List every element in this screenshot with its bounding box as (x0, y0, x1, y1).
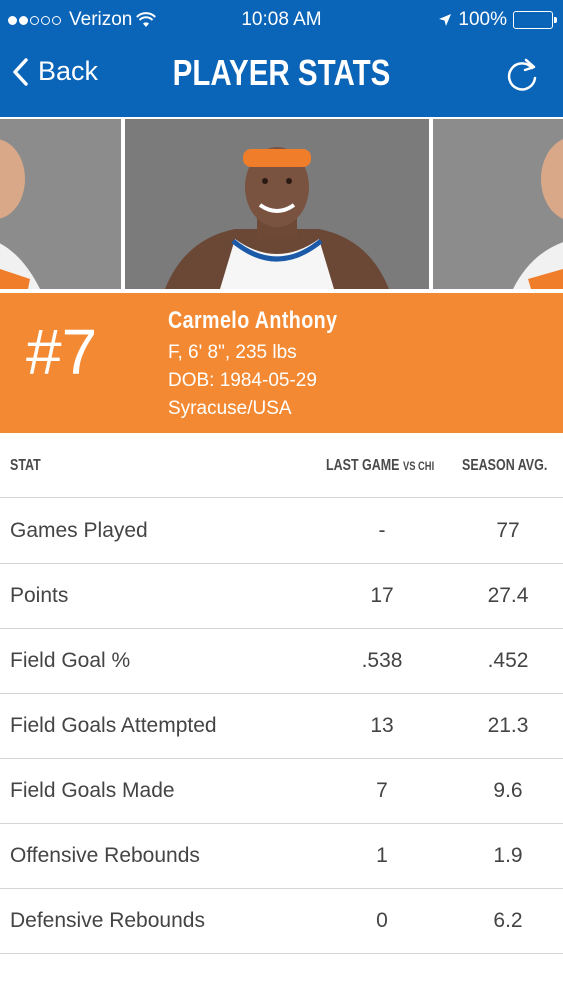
last-game-value: 13 (370, 714, 394, 737)
season-avg-value: 9.6 (493, 779, 523, 802)
last-game-value: 1 (376, 844, 388, 867)
stat-label: Offensive Rebounds (10, 844, 200, 867)
table-row: Offensive Rebounds 1 1.9 (0, 824, 563, 889)
table-row: Points 17 27.4 (0, 564, 563, 629)
last-game-value: 17 (370, 584, 394, 607)
last-game-value: .538 (361, 649, 403, 672)
stat-label: Field Goal % (10, 649, 131, 672)
current-player-photo (125, 119, 429, 289)
stats-table: Games Played - 77 Points 17 27.4 Field G… (0, 499, 563, 954)
last-game-label: LAST GAME (326, 457, 400, 474)
column-header-last-game: LAST GAME VS CHI (326, 457, 434, 475)
status-right: 100% (438, 9, 557, 31)
season-avg-value: 77 (496, 519, 520, 542)
chevron-left-icon (13, 57, 28, 86)
stat-label: Field Goals Made (10, 779, 175, 802)
season-avg-value: 1.9 (493, 844, 523, 867)
refresh-icon (507, 58, 537, 91)
last-game-opponent: VS CHI (402, 459, 435, 473)
last-game-value: 7 (376, 779, 388, 802)
stat-label: Defensive Rebounds (10, 909, 205, 932)
column-header-season-avg: SEASON AVG. (462, 457, 548, 474)
player-name: Carmelo Anthony (168, 307, 338, 334)
refresh-button[interactable] (505, 56, 539, 99)
season-avg-value: 21.3 (487, 714, 529, 737)
table-row: Games Played - 77 (0, 499, 563, 564)
table-row: Field Goals Attempted 13 21.3 (0, 694, 563, 759)
player-info-banner: #7 Carmelo Anthony F, 6' 8", 235 lbs DOB… (0, 293, 563, 433)
next-player-photo[interactable] (433, 119, 563, 289)
page-title: PLAYER STATS (172, 52, 391, 93)
stat-label: Field Goals Attempted (10, 714, 217, 737)
season-avg-value: 27.4 (487, 584, 529, 607)
season-avg-value: 6.2 (493, 909, 523, 932)
table-row: Field Goal % .538 .452 (0, 629, 563, 694)
battery-percentage: 100% (458, 9, 507, 30)
player-position-size: F, 6' 8", 235 lbs (168, 342, 297, 363)
stats-table-header: STAT LAST GAME VS CHI SEASON AVG. (0, 433, 563, 498)
app-header: Verizon 10:08 AM 100% Back PLAYER STATS (0, 0, 563, 117)
location-arrow-icon (439, 14, 452, 26)
last-game-value: 0 (376, 909, 388, 932)
player-origin: Syracuse/USA (168, 398, 292, 419)
stat-label: Points (10, 584, 69, 607)
column-header-stat: STAT (10, 457, 41, 474)
nav-bar: Back PLAYER STATS (0, 40, 563, 117)
last-game-value: - (378, 519, 386, 542)
table-row: Defensive Rebounds 0 6.2 (0, 889, 563, 954)
previous-player-photo[interactable] (0, 119, 121, 289)
status-bar: Verizon 10:08 AM 100% (0, 0, 563, 40)
jersey-number: #7 (26, 316, 98, 388)
player-dob: DOB: 1984-05-29 (168, 370, 317, 391)
player-photo-carousel[interactable] (0, 117, 563, 291)
season-avg-value: .452 (487, 649, 529, 672)
stat-label: Games Played (10, 519, 148, 542)
table-row: Field Goals Made 7 9.6 (0, 759, 563, 824)
battery-icon (513, 11, 557, 29)
